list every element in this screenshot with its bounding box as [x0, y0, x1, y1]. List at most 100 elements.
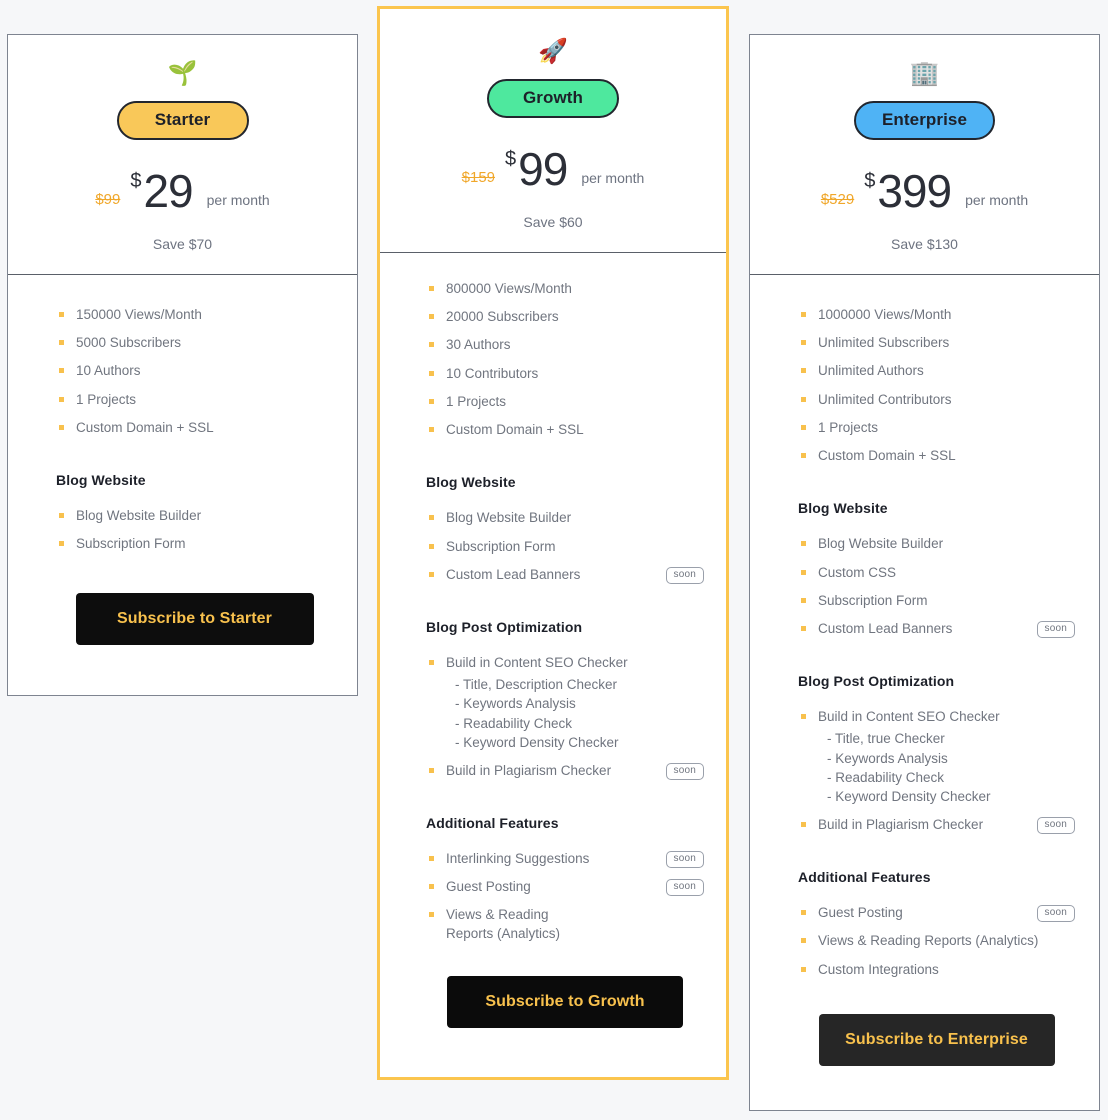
feature-group: Blog Website Blog Website Builder Subscr…: [426, 448, 704, 589]
feature-item: Views & Reading Reports (Analytics): [798, 927, 1075, 955]
currency-symbol-enterprise: $: [864, 170, 876, 192]
subscribe-button-starter[interactable]: Subscribe to Starter: [75, 592, 314, 645]
feature-label: 1000000 Views/Month: [818, 307, 952, 322]
feature-group-title: Additional Features: [798, 869, 931, 886]
feature-item: 30 Authors: [426, 331, 704, 359]
plan-card-enterprise: 🏢 Enterprise $529 $ 399 per month Save $…: [749, 34, 1100, 1111]
plan-name-badge-starter: Starter: [116, 101, 249, 140]
feature-item: 800000 Views/Month: [426, 275, 704, 303]
feature-sublines: - Title, Description Checker - Keywords …: [446, 675, 696, 752]
feature-label: Blog Website Builder: [446, 510, 572, 526]
currency-symbol-growth: $: [505, 148, 517, 170]
feature-list: 800000 Views/Month 20000 Subscribers 30 …: [426, 275, 704, 444]
feature-label: 5000 Subscribers: [76, 335, 182, 351]
savings-text-enterprise: Save $130: [891, 236, 958, 252]
plan-name-badge-enterprise: Enterprise: [853, 101, 996, 140]
feature-label: Custom Domain + SSL: [446, 422, 584, 438]
feature-item: Custom Lead Banners soon: [426, 561, 704, 589]
feature-subline: - Keywords Analysis: [827, 750, 948, 766]
feature-item: Custom Domain + SSL: [426, 416, 704, 444]
feature-label: Subscription Form: [76, 536, 186, 552]
soon-badge: soon: [665, 762, 704, 780]
feature-label: Build in Content SEO Checker - Title, De…: [446, 654, 704, 752]
feature-item: 1000000 Views/Month: [798, 301, 1075, 329]
price-amount-enterprise: 399: [877, 165, 952, 217]
feature-list: Blog Website Builder Subscription Form: [56, 502, 333, 558]
feature-group-title: Blog Website: [426, 474, 516, 491]
feature-list: 150000 Views/Month 5000 Subscribers 10 A…: [56, 301, 333, 442]
feature-item: Blog Website Builder: [426, 504, 704, 532]
feature-label: Views & Reading Reports (Analytics): [818, 933, 1039, 949]
feature-group-title: Blog Post Optimization: [798, 673, 955, 690]
feature-group-title: Additional Features: [426, 815, 559, 832]
plan-header-growth: 🚀 Growth $159 $ 99 per month Save $60: [380, 9, 726, 252]
feature-label: 150000 Views/Month: [76, 307, 202, 322]
feature-label: Blog Website Builder: [76, 508, 202, 524]
feature-group: Blog Post Optimization Build in Content …: [426, 593, 704, 785]
feature-label: Guest Posting: [818, 905, 903, 921]
price-amount-starter: 29: [143, 165, 193, 217]
feature-item: 1 Projects: [56, 386, 333, 414]
feature-group: Blog Post Optimization Build in Content …: [798, 647, 1075, 839]
feature-group: 1000000 Views/Month Unlimited Subscriber…: [798, 301, 1075, 470]
feature-label: Custom Lead Banners: [446, 566, 581, 582]
feature-item: Interlinking Suggestions soon: [426, 845, 704, 873]
feature-item: Guest Posting soon: [426, 873, 704, 901]
plan-features-growth: 800000 Views/Month 20000 Subscribers 30 …: [380, 253, 726, 1077]
feature-subline: - Readability Check: [455, 715, 573, 731]
feature-item: Build in Plagiarism Checker soon: [798, 811, 1075, 839]
feature-label: Build in Plagiarism Checker: [446, 762, 612, 778]
feature-list: Blog Website Builder Custom CSS Subscrip…: [798, 530, 1075, 643]
feature-main-text: Build in Content SEO Checker: [818, 709, 1000, 725]
feature-label: Custom Integrations: [818, 961, 939, 977]
feature-group: Additional Features Interlinking Suggest…: [426, 789, 704, 948]
feature-subline: - Keyword Density Checker: [455, 734, 619, 750]
feature-item: Views & Reading Reports (Analytics): [426, 901, 704, 947]
feature-list: Interlinking Suggestions soon Guest Post…: [426, 845, 704, 948]
subscribe-button-enterprise[interactable]: Subscribe to Enterprise: [818, 1013, 1055, 1066]
feature-item: Unlimited Contributors: [798, 386, 1075, 414]
feature-item: Guest Posting soon: [798, 899, 1075, 927]
feature-subline: - Title, Description Checker: [455, 677, 618, 693]
feature-item: Build in Content SEO Checker - Title, De…: [426, 649, 704, 757]
feature-label: Blog Website Builder: [818, 536, 944, 552]
feature-item: 1 Projects: [798, 414, 1075, 442]
savings-text-starter: Save $70: [152, 236, 213, 252]
feature-group-title: Blog Post Optimization: [426, 618, 583, 635]
feature-list: 1000000 Views/Month Unlimited Subscriber…: [798, 301, 1075, 470]
feature-list: Guest Posting soon Views & Reading Repor…: [798, 899, 1075, 984]
feature-label: 1 Projects: [76, 391, 137, 407]
feature-item: Custom Lead Banners soon: [798, 615, 1075, 643]
feature-group: Blog Website Blog Website Builder Custom…: [798, 474, 1075, 643]
feature-label: Views & Reading Reports (Analytics): [446, 907, 561, 941]
subscribe-button-growth[interactable]: Subscribe to Growth: [447, 975, 683, 1028]
feature-list: Build in Content SEO Checker - Title, tr…: [798, 703, 1075, 839]
feature-list: Build in Content SEO Checker - Title, De…: [426, 649, 704, 785]
price-row-starter: $99 $ 29 per month: [26, 168, 339, 214]
plan-name-badge-growth: Growth: [487, 79, 619, 118]
feature-label: Guest Posting: [446, 879, 531, 895]
plan-card-growth: 🚀 Growth $159 $ 99 per month Save $60 80…: [377, 6, 729, 1080]
feature-item: 5000 Subscribers: [56, 329, 333, 357]
price-row-enterprise: $529 $ 399 per month: [768, 168, 1081, 214]
pricing-plans-grid: 🌱 Starter $99 $ 29 per month Save $70 15…: [0, 0, 1108, 1120]
old-price-enterprise: $529: [820, 191, 855, 208]
feature-item: Custom Domain + SSL: [56, 414, 333, 442]
feature-subline: - Readability Check: [827, 769, 945, 785]
feature-item: Subscription Form: [56, 530, 333, 558]
feature-label: 30 Authors: [446, 337, 511, 353]
currency-symbol-starter: $: [130, 170, 142, 192]
price-period-starter: per month: [206, 192, 270, 208]
feature-group: 800000 Views/Month 20000 Subscribers 30 …: [426, 275, 704, 444]
feature-label: Unlimited Contributors: [818, 391, 952, 407]
feature-subline: - Keyword Density Checker: [827, 788, 991, 804]
feature-item: Custom Integrations: [798, 956, 1075, 984]
feature-group-title: Blog Website: [56, 472, 146, 489]
seedling-icon: 🌱: [167, 59, 198, 87]
savings-text-growth: Save $60: [523, 214, 583, 230]
feature-item: Custom Domain + SSL: [798, 442, 1075, 470]
feature-item: Subscription Form: [426, 533, 704, 561]
plan-header-enterprise: 🏢 Enterprise $529 $ 399 per month Save $…: [750, 35, 1099, 274]
feature-item: Unlimited Subscribers: [798, 329, 1075, 357]
